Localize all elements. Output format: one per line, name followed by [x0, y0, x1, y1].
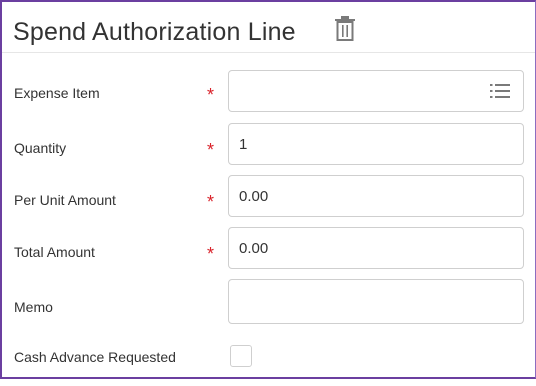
quantity-row: Quantity *	[2, 123, 535, 167]
memo-label: Memo	[14, 299, 53, 315]
cash-advance-row: Cash Advance Requested	[2, 342, 535, 386]
cash-advance-label: Cash Advance Requested	[14, 349, 176, 365]
per-unit-amount-label: Per Unit Amount	[14, 192, 116, 208]
total-amount-row: Total Amount *	[2, 227, 535, 271]
required-indicator: *	[207, 244, 215, 264]
expense-item-label: Expense Item	[14, 85, 100, 101]
memo-row: Memo	[2, 279, 535, 324]
required-indicator: *	[207, 140, 215, 160]
page-title: Spend Authorization Line	[13, 18, 296, 46]
expense-item-row: Expense Item *	[2, 70, 535, 114]
spend-authorization-line-panel: Spend Authorization Line Expense Item *	[0, 0, 536, 379]
panel-header: Spend Authorization Line	[2, 2, 535, 53]
required-indicator: *	[207, 85, 215, 105]
expense-item-input[interactable]	[228, 70, 524, 112]
list-icon[interactable]	[490, 83, 510, 99]
trash-icon[interactable]	[334, 16, 356, 42]
required-indicator: *	[207, 192, 215, 212]
memo-input[interactable]	[228, 279, 524, 324]
quantity-label: Quantity	[14, 140, 67, 156]
quantity-input[interactable]	[228, 123, 524, 165]
total-amount-label: Total Amount	[14, 244, 95, 260]
per-unit-amount-row: Per Unit Amount *	[2, 175, 535, 219]
cash-advance-checkbox[interactable]	[230, 345, 252, 367]
total-amount-input[interactable]	[228, 227, 524, 269]
per-unit-amount-input[interactable]	[228, 175, 524, 217]
